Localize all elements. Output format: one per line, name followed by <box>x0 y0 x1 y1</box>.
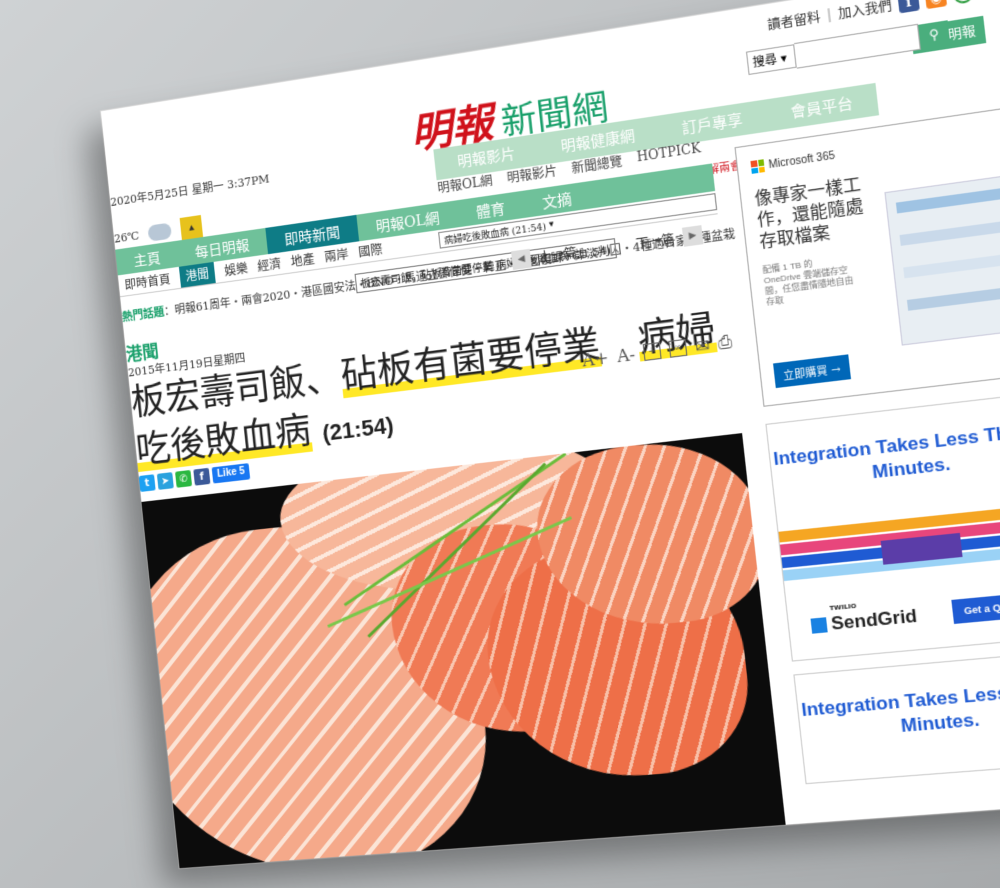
util-separator: | <box>825 6 833 23</box>
sub-nav-intl[interactable]: 國際 <box>357 240 384 261</box>
link-icon[interactable]: ∞ <box>668 338 688 358</box>
twitter-icon[interactable]: t <box>138 474 156 492</box>
sub-nav-instant[interactable]: 即時首頁 <box>124 270 172 293</box>
upper-nav-item[interactable]: 訂戶專享 <box>656 99 769 148</box>
search-select-label: 搜尋 <box>752 52 778 70</box>
hot-topics-label: 熱門話題 <box>121 305 165 325</box>
telegram-icon[interactable]: ➤ <box>156 472 174 490</box>
sidebar: Microsoft 365 像專家一樣工作，還能隨處存取檔案 配備 1 TB 的… <box>734 106 1000 785</box>
get-quote-button[interactable]: Get a Quote <box>951 592 1000 624</box>
facebook-like-button[interactable]: Like 5 <box>211 463 251 484</box>
sub-nav-china[interactable]: 兩岸 <box>324 245 350 266</box>
date-display: 2020年5月25日 星期一 3:37PM <box>109 172 271 210</box>
headline-time: (21:54) <box>321 411 395 447</box>
facebook-icon[interactable]: f <box>897 0 920 14</box>
rain-cloud-icon <box>147 222 173 242</box>
sendgrid-ad-2[interactable]: ⓘ X Integration Takes Less Than 5 Minute… <box>793 649 1000 785</box>
microsoft-brand-label: Microsoft 365 <box>767 149 836 171</box>
temperature: 26℃ <box>113 228 140 246</box>
article-photo <box>141 433 787 869</box>
mockup-bar <box>903 253 1000 279</box>
search-input[interactable] <box>794 23 921 69</box>
prev-arrow-icon[interactable]: ◀ <box>511 248 532 271</box>
sub-nav-econ[interactable]: 經濟 <box>257 255 282 275</box>
mail-icon[interactable]: ✉ <box>694 334 711 356</box>
upper-nav-item[interactable]: 會員平台 <box>764 82 880 132</box>
util-link-join[interactable]: 加入我們 <box>837 0 893 22</box>
stage: 讀者留料 | 加入我們 f ◉ 6 昔日明報 搜尋 ▾ ⚲ 明報 新聞網 明報影… <box>0 0 1000 888</box>
browser-page: 讀者留料 | 加入我們 f ◉ 6 昔日明報 搜尋 ▾ ⚲ 明報 新聞網 明報影… <box>100 0 1000 869</box>
sendgrid-ad[interactable]: ⓘ X Integration Takes Less Than 5 Minute… <box>765 391 1000 662</box>
print-icon[interactable]: ⎙ <box>717 331 733 354</box>
search-select[interactable]: 搜尋 ▾ <box>745 44 797 76</box>
microsoft-ad[interactable]: Microsoft 365 像專家一樣工作，還能隨處存取檔案 配備 1 TB 的… <box>734 106 1000 407</box>
sendgrid-ad-title-2: Integration Takes Less Than 5 Minutes. <box>800 677 1000 737</box>
mockup-bar <box>899 221 1000 246</box>
microsoft-brand: Microsoft 365 <box>750 149 836 174</box>
weixin-icon[interactable]: 6 <box>951 0 975 5</box>
font-increase-button[interactable]: A+ <box>581 347 610 370</box>
facebook-share-icon[interactable]: f <box>193 467 211 486</box>
microsoft-ad-title: 像專家一樣工作，還能隨處存取檔案 <box>753 173 865 252</box>
font-decrease-button[interactable]: A- <box>616 344 636 366</box>
next-arrow-icon[interactable]: ▶ <box>681 225 704 247</box>
sendgrid-ad-title: Integration Takes Less Than 5 Minutes. <box>772 418 1000 483</box>
sendgrid-logo: TWILIO SendGrid <box>810 602 918 636</box>
weather-warning-icon: ▲ <box>179 214 204 240</box>
sub-nav-hk[interactable]: 港聞 <box>178 261 216 288</box>
sub-nav-prop[interactable]: 地產 <box>290 250 316 271</box>
headline-highlight: 砧板有菌要停業 <box>339 323 603 399</box>
mockup-bar <box>906 286 1000 311</box>
microsoft-ad-desc: 配備 1 TB 的 OneDrive 雲端儲存空間，任您盡情隨地自由存取 <box>762 258 854 307</box>
rss-icon[interactable]: ◉ <box>924 0 948 10</box>
util-link-readers[interactable]: 讀者留料 <box>766 7 822 34</box>
buy-now-button[interactable]: 立即購買 → <box>773 354 851 389</box>
microsoft-logo-icon <box>750 159 765 174</box>
sendgrid-logo-icon <box>810 617 828 634</box>
whatsapp-icon[interactable]: ✆ <box>175 469 193 488</box>
sub-nav-ent[interactable]: 娛樂 <box>224 259 249 279</box>
mockup-bar <box>895 188 1000 214</box>
laptop-mockup <box>884 174 1000 346</box>
bookmark-icon[interactable]: + <box>642 342 662 362</box>
search-icon[interactable]: ⚲ <box>918 20 951 49</box>
